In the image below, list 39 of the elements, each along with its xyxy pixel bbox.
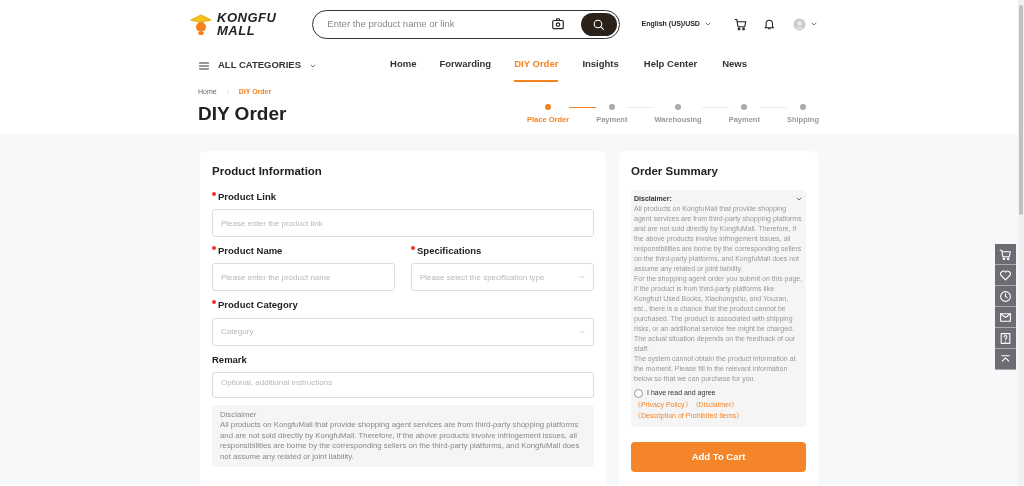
avatar-icon <box>793 17 806 31</box>
input-field[interactable]: Please enter the product name <box>212 263 395 292</box>
page-title: DIY Order <box>198 102 287 126</box>
textarea-field[interactable]: Optional, additional instructions <box>212 371 594 398</box>
categories-menu[interactable]: ALL CATEGORIES <box>198 49 318 81</box>
bell-icon[interactable] <box>763 17 776 31</box>
field-label: Product Link <box>212 189 594 204</box>
logo-text: MALL <box>217 24 257 37</box>
section-title: Order Summary <box>631 163 719 179</box>
nav-link[interactable]: Insights <box>582 48 619 82</box>
input-field[interactable]: Please enter the product link <box>212 209 594 237</box>
menu-icon <box>198 59 210 72</box>
logo-text: KONGFU <box>217 11 277 24</box>
chevron-down-icon <box>810 20 818 28</box>
search-field[interactable]: Enter the product name or link <box>325 15 551 33</box>
mail-icon[interactable] <box>999 310 1012 324</box>
section-title: Product Information <box>212 163 323 179</box>
select-field[interactable]: Please select the specification type <box>411 263 594 292</box>
chevron-down-icon <box>703 20 712 28</box>
field-label: Product Name <box>212 244 395 259</box>
nav-link[interactable]: News <box>722 48 747 82</box>
field-label: Specifications <box>411 244 594 259</box>
nav-link[interactable]: Home <box>390 48 417 82</box>
heart-icon[interactable] <box>999 268 1012 282</box>
agree-checkbox[interactable] <box>634 389 643 398</box>
camera-icon[interactable] <box>550 17 565 31</box>
search-button[interactable] <box>580 12 617 36</box>
search-icon <box>592 17 606 31</box>
field-label: Remark <box>212 352 248 367</box>
nav-link[interactable]: Help Center <box>643 48 698 82</box>
help-icon[interactable] <box>999 331 1012 345</box>
chevron-right-icon <box>224 89 231 96</box>
nav-link[interactable]: Forwarding <box>439 48 492 82</box>
field-label: Product Category <box>212 298 594 313</box>
clock-icon[interactable] <box>999 289 1012 303</box>
cart-icon[interactable] <box>733 16 748 32</box>
scrollbar-thumb[interactable] <box>1019 5 1023 215</box>
cat-mascot-icon <box>188 12 214 36</box>
select-field[interactable]: Category <box>212 317 594 346</box>
